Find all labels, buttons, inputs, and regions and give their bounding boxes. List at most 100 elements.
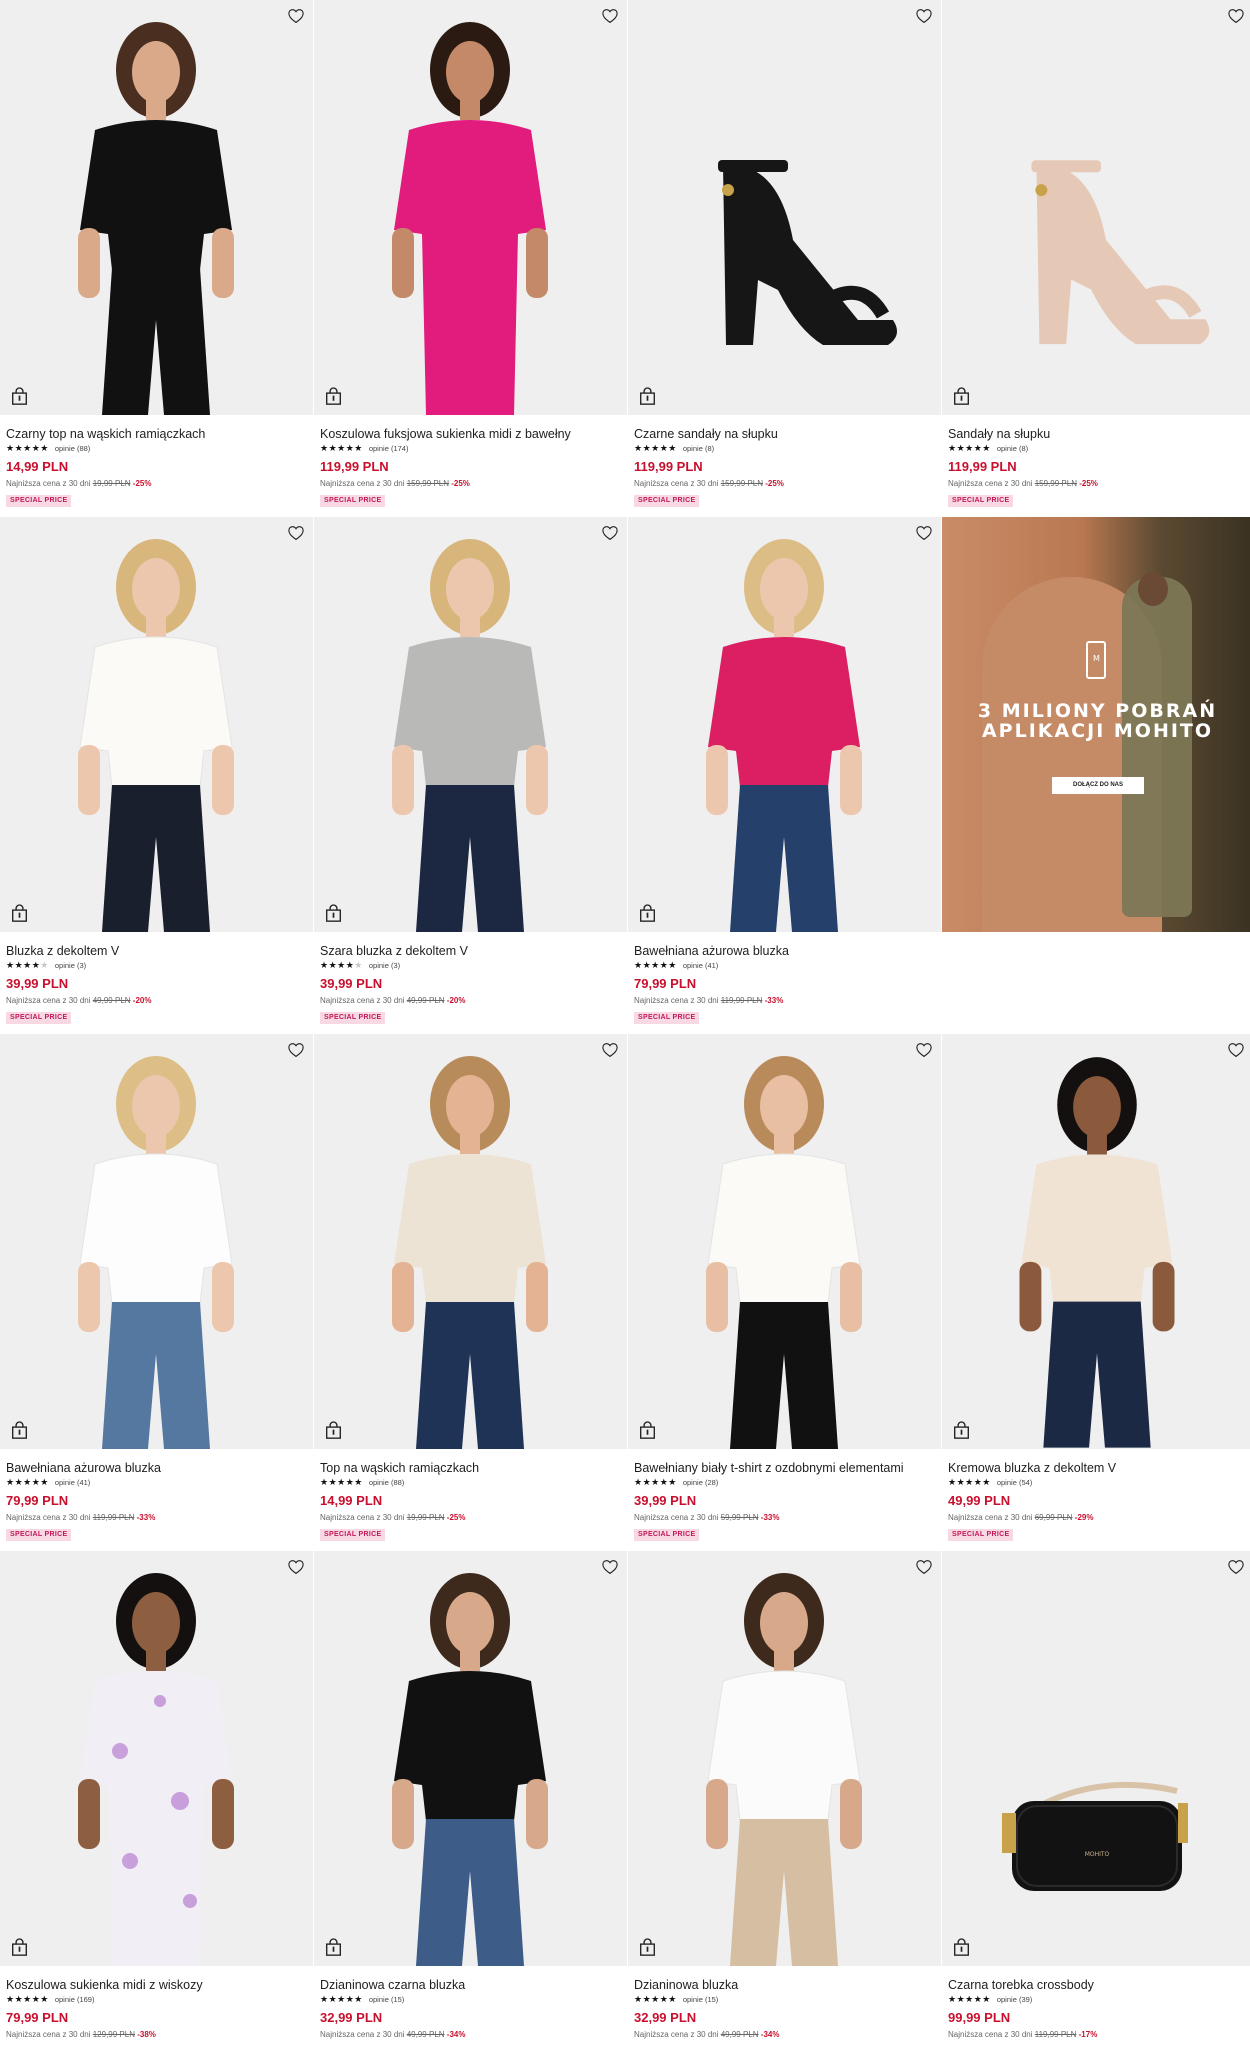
product-card[interactable]: Bluzka z dekoltem V ★★★★★ opinie (3) 39,…	[0, 517, 313, 1034]
product-card[interactable]: Bawełniana ażurowa bluzka ★★★★★ opinie (…	[0, 1034, 313, 1551]
review-count[interactable]: opinie (8)	[683, 444, 714, 454]
product-name[interactable]: Dzianinowa czarna bluzka	[320, 1978, 621, 1993]
product-card[interactable]: Dzianinowa czarna bluzka ★★★★★ opinie (1…	[314, 1551, 627, 2068]
heart-icon[interactable]	[601, 1041, 619, 1059]
product-name[interactable]: Bawełniana ażurowa bluzka	[634, 944, 935, 959]
shopping-bag-icon[interactable]	[639, 1938, 656, 1957]
product-image[interactable]	[314, 1551, 627, 1966]
product-name[interactable]: Bawełniana ażurowa bluzka	[6, 1461, 307, 1476]
lowest-price-label: Najniższa cena z 30 dni	[948, 2030, 1033, 2039]
heart-icon[interactable]	[287, 7, 305, 25]
review-count[interactable]: opinie (8)	[997, 444, 1028, 454]
product-name[interactable]: Bawełniany biały t-shirt z ozdobnymi ele…	[634, 1461, 935, 1476]
review-count[interactable]: opinie (174)	[369, 444, 409, 454]
special-price-badge: SPECIAL PRICE	[948, 1529, 1014, 1541]
product-image[interactable]	[314, 1034, 627, 1449]
lowest-price-label: Najniższa cena z 30 dni	[320, 479, 405, 488]
product-name[interactable]: Sandały na słupku	[948, 427, 1247, 442]
product-card[interactable]: Koszulowa fuksjowa sukienka midi z baweł…	[314, 0, 627, 517]
product-card[interactable]: Bawełniana ażurowa bluzka ★★★★★ opinie (…	[628, 517, 941, 1034]
product-image[interactable]	[942, 0, 1250, 415]
product-image[interactable]	[628, 1034, 941, 1449]
shopping-bag-icon[interactable]	[639, 1421, 656, 1440]
review-count[interactable]: opinie (41)	[55, 1478, 90, 1488]
shopping-bag-icon[interactable]	[11, 1421, 28, 1440]
shopping-bag-icon[interactable]	[953, 387, 970, 406]
review-count[interactable]: opinie (3)	[55, 961, 86, 971]
product-name[interactable]: Bluzka z dekoltem V	[6, 944, 307, 959]
shopping-bag-icon[interactable]	[11, 1938, 28, 1957]
promo-logo: M	[1093, 654, 1100, 663]
product-card[interactable]: Top na wąskich ramiączkach ★★★★★ opinie …	[314, 1034, 627, 1551]
review-count[interactable]: opinie (15)	[683, 1995, 718, 2005]
heart-icon[interactable]	[601, 524, 619, 542]
heart-icon[interactable]	[915, 1558, 933, 1576]
review-count[interactable]: opinie (28)	[683, 1478, 718, 1488]
product-image[interactable]	[628, 1551, 941, 1966]
product-name[interactable]: Czarne sandały na słupku	[634, 427, 935, 442]
promo-image[interactable]: M 3 MILIONY POBRAŃ APLIKACJI MOHITO DOŁĄ…	[942, 517, 1250, 932]
product-price: 14,99 PLN	[320, 1493, 383, 1508]
review-count[interactable]: opinie (169)	[55, 1995, 95, 2005]
discount-badge: -25%	[1079, 479, 1098, 488]
product-name[interactable]: Czarna torebka crossbody	[948, 1978, 1247, 1993]
product-image[interactable]	[0, 1034, 313, 1449]
product-name[interactable]: Koszulowa sukienka midi z wiskozy	[6, 1978, 307, 1993]
review-count[interactable]: opinie (39)	[997, 1995, 1032, 2005]
review-count[interactable]: opinie (41)	[683, 961, 718, 971]
product-image[interactable]: MOHITO	[942, 1551, 1250, 1966]
product-image[interactable]	[0, 517, 313, 932]
product-name[interactable]: Kremowa bluzka z dekoltem V	[948, 1461, 1247, 1476]
product-image[interactable]	[314, 0, 627, 415]
product-card[interactable]: Koszulowa sukienka midi z wiskozy ★★★★★ …	[0, 1551, 313, 2068]
product-image[interactable]	[0, 0, 313, 415]
review-count[interactable]: opinie (88)	[55, 444, 90, 454]
shopping-bag-icon[interactable]	[953, 1938, 970, 1957]
promo-cta-button[interactable]: DOŁĄCZ DO NAS	[1052, 777, 1144, 794]
product-card[interactable]: Kremowa bluzka z dekoltem V ★★★★★ opinie…	[942, 1034, 1250, 1551]
shopping-bag-icon[interactable]	[11, 904, 28, 923]
product-image[interactable]	[942, 1034, 1250, 1449]
review-count[interactable]: opinie (54)	[997, 1478, 1032, 1488]
heart-icon[interactable]	[1227, 7, 1245, 25]
shopping-bag-icon[interactable]	[953, 1421, 970, 1440]
product-image[interactable]	[0, 1551, 313, 1966]
review-count[interactable]: opinie (15)	[369, 1995, 404, 2005]
review-count[interactable]: opinie (88)	[369, 1478, 404, 1488]
product-image[interactable]	[314, 517, 627, 932]
shopping-bag-icon[interactable]	[325, 1421, 342, 1440]
product-info: Sandały na słupku ★★★★★ opinie (8) 119,9…	[942, 415, 1250, 507]
product-name[interactable]: Czarny top na wąskich ramiączkach	[6, 427, 307, 442]
product-card[interactable]: Szara bluzka z dekoltem V ★★★★★ opinie (…	[314, 517, 627, 1034]
heart-icon[interactable]	[287, 524, 305, 542]
heart-icon[interactable]	[915, 1041, 933, 1059]
product-card[interactable]: Czarne sandały na słupku ★★★★★ opinie (8…	[628, 0, 941, 517]
shopping-bag-icon[interactable]	[11, 387, 28, 406]
shopping-bag-icon[interactable]	[325, 387, 342, 406]
promo-banner[interactable]: M 3 MILIONY POBRAŃ APLIKACJI MOHITO DOŁĄ…	[942, 517, 1250, 1034]
shopping-bag-icon[interactable]	[639, 904, 656, 923]
product-image[interactable]	[628, 517, 941, 932]
heart-icon[interactable]	[287, 1041, 305, 1059]
review-count[interactable]: opinie (3)	[369, 961, 400, 971]
product-card[interactable]: Bawełniany biały t-shirt z ozdobnymi ele…	[628, 1034, 941, 1551]
product-name[interactable]: Dzianinowa bluzka	[634, 1978, 935, 1993]
product-card[interactable]: Sandały na słupku ★★★★★ opinie (8) 119,9…	[942, 0, 1250, 517]
shopping-bag-icon[interactable]	[325, 1938, 342, 1957]
product-name[interactable]: Top na wąskich ramiączkach	[320, 1461, 621, 1476]
shopping-bag-icon[interactable]	[639, 387, 656, 406]
product-name[interactable]: Szara bluzka z dekoltem V	[320, 944, 621, 959]
heart-icon[interactable]	[915, 524, 933, 542]
heart-icon[interactable]	[601, 1558, 619, 1576]
heart-icon[interactable]	[601, 7, 619, 25]
heart-icon[interactable]	[915, 7, 933, 25]
product-card[interactable]: Czarny top na wąskich ramiączkach ★★★★★ …	[0, 0, 313, 517]
heart-icon[interactable]	[1227, 1041, 1245, 1059]
product-name[interactable]: Koszulowa fuksjowa sukienka midi z baweł…	[320, 427, 621, 442]
heart-icon[interactable]	[287, 1558, 305, 1576]
product-card[interactable]: Dzianinowa bluzka ★★★★★ opinie (15) 32,9…	[628, 1551, 941, 2068]
product-card[interactable]: MOHITO Czarna torebka crossbody ★★★★★ op…	[942, 1551, 1250, 2068]
shopping-bag-icon[interactable]	[325, 904, 342, 923]
heart-icon[interactable]	[1227, 1558, 1245, 1576]
product-image[interactable]	[628, 0, 941, 415]
